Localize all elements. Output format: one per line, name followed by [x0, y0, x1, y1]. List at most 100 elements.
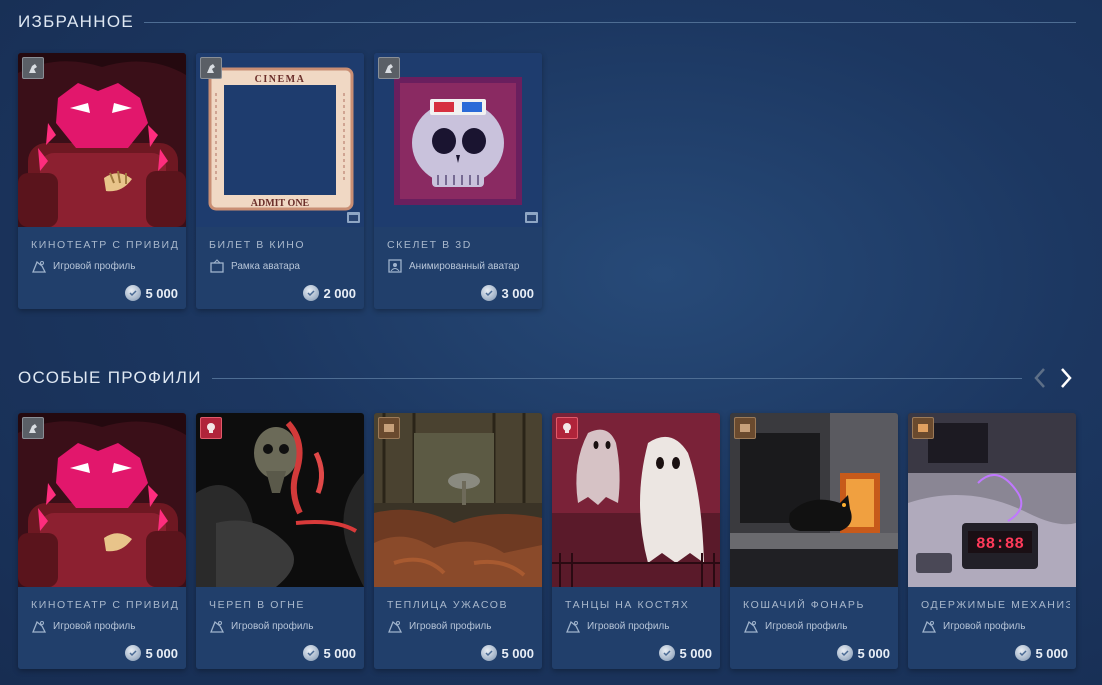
- card-info: БИЛЕТ В КИНО Рамка аватара 2 000: [196, 227, 364, 309]
- greenhouse-horror-art: [374, 413, 542, 587]
- animated-badge-icon: [347, 212, 360, 223]
- item-type-label: Рамка аватара: [231, 260, 300, 272]
- item-price-value: 5 000: [145, 285, 178, 301]
- item-type-label: Игровой профиль: [53, 260, 136, 272]
- chevron-right-icon: [1061, 368, 1072, 388]
- item-name: ЧЕРЕП В ОГНЕ: [209, 599, 306, 611]
- store-item-card[interactable]: КОШАЧИЙ ФОНАРЬ Игровой профиль 5 000: [730, 413, 898, 669]
- item-type-label: Игровой профиль: [587, 620, 670, 632]
- game-profile-icon: [744, 620, 759, 633]
- item-type-label: Игровой профиль: [231, 620, 314, 632]
- item-type: Игровой профиль: [743, 619, 847, 633]
- store-item-card[interactable]: ТАНЦЫ НА КОСТЯХ Игровой профиль 5 000: [552, 413, 720, 669]
- item-name: КОШАЧИЙ ФОНАРЬ: [743, 599, 866, 611]
- item-price: 5 000: [837, 645, 890, 661]
- item-price-value: 5 000: [679, 645, 712, 661]
- game-badge-icon: [200, 417, 222, 439]
- game-badge-icon: [556, 417, 578, 439]
- item-type-label: Игровой профиль: [765, 620, 848, 632]
- svg-text:CINEMA: CINEMA: [255, 74, 306, 85]
- item-type-label: Игровой профиль: [53, 620, 136, 632]
- steam-points-icon: [481, 285, 498, 301]
- avatar-frame-icon: [210, 259, 224, 273]
- item-price-value: 2 000: [323, 285, 356, 301]
- steam-points-icon: [303, 645, 320, 661]
- card-info: КОШАЧИЙ ФОНАРЬ Игровой профиль 5 000: [730, 587, 898, 669]
- item-price: 5 000: [125, 645, 178, 661]
- card-info: КИНОТЕАТР С ПРИВИДЕНИЯМИ Игровой профиль…: [18, 227, 186, 309]
- favorites-title: ИЗБРАННОЕ: [18, 12, 134, 31]
- item-name: ТЕПЛИЦА УЖАСОВ: [387, 599, 509, 611]
- card-info: КИНОТЕАТР С ПРИВИДЕНИЯМИ Игровой профиль…: [18, 587, 186, 669]
- item-name: ОДЕРЖИМЫЕ МЕХАНИЗМЫ: [921, 599, 1070, 611]
- game-badge-icon: [734, 417, 756, 439]
- game-badge-icon: [22, 417, 44, 439]
- card-info: ОДЕРЖИМЫЕ МЕХАНИЗМЫ Игровой профиль 5 00…: [908, 587, 1076, 669]
- cinema-ticket-art: CINEMA ADMIT ONE: [196, 53, 364, 227]
- section-divider: [211, 377, 1022, 379]
- item-name: БИЛЕТ В КИНО: [209, 239, 306, 251]
- item-type: Игровой профиль: [565, 619, 669, 633]
- store-item-card[interactable]: СКЕЛЕТ В 3D Анимированный аватар 3 000: [374, 53, 542, 309]
- store-item-card[interactable]: КИНОТЕАТР С ПРИВИДЕНИЯМИ Игровой профиль…: [18, 53, 186, 309]
- carousel-nav: [1030, 365, 1076, 391]
- store-item-card[interactable]: ТЕПЛИЦА УЖАСОВ Игровой профиль 5 000: [374, 413, 542, 669]
- section-divider: [144, 21, 1076, 23]
- special-profiles-title: ОСОБЫЕ ПРОФИЛИ: [18, 368, 202, 387]
- item-type-label: Игровой профиль: [943, 620, 1026, 632]
- item-type: Игровой профиль: [31, 259, 135, 273]
- carousel-next-button[interactable]: [1056, 365, 1076, 391]
- carousel-prev-button[interactable]: [1030, 365, 1050, 391]
- dancing-ghosts-art: [552, 413, 720, 587]
- steam-points-icon: [837, 645, 854, 661]
- item-price-value: 5 000: [501, 645, 534, 661]
- steam-points-icon: [125, 645, 142, 661]
- item-name: КИНОТЕАТР С ПРИВИДЕНИЯМИ: [31, 599, 180, 611]
- favorites-header: ИЗБРАННОЕ: [18, 10, 1076, 34]
- game-profile-icon: [922, 620, 937, 633]
- card-info: ТАНЦЫ НА КОСТЯХ Игровой профиль 5 000: [552, 587, 720, 669]
- item-price-value: 5 000: [145, 645, 178, 661]
- item-type: Рамка аватара: [209, 259, 300, 273]
- flaming-skull-art: [196, 413, 364, 587]
- item-type-label: Анимированный аватар: [409, 260, 520, 272]
- steam-points-icon: [659, 645, 676, 661]
- cinema-ghost-art: [18, 413, 186, 587]
- item-type-label: Игровой профиль: [409, 620, 492, 632]
- item-type: Игровой профиль: [31, 619, 135, 633]
- game-profile-icon: [32, 260, 47, 273]
- item-name: КИНОТЕАТР С ПРИВИДЕНИЯМИ: [31, 239, 180, 251]
- item-price: 3 000: [481, 285, 534, 301]
- steam-points-icon: [303, 285, 320, 301]
- store-item-card[interactable]: ЧЕРЕП В ОГНЕ Игровой профиль 5 000: [196, 413, 364, 669]
- game-badge-icon: [200, 57, 222, 79]
- store-item-card[interactable]: CINEMA ADMIT ONE БИЛЕТ В КИНО Рамка ават…: [196, 53, 364, 309]
- item-price-value: 3 000: [501, 285, 534, 301]
- special-profiles-header: ОСОБЫЕ ПРОФИЛИ: [18, 366, 1076, 390]
- item-type: Игровой профиль: [921, 619, 1025, 633]
- item-price: 2 000: [303, 285, 356, 301]
- item-price: 5 000: [1015, 645, 1068, 661]
- item-name: СКЕЛЕТ В 3D: [387, 239, 472, 251]
- cat-lantern-art: [730, 413, 898, 587]
- animated-avatar-icon: [388, 259, 402, 273]
- store-item-card[interactable]: 88:88 ОДЕРЖИМЫЕ МЕХАНИЗМЫ Игровой профил…: [908, 413, 1076, 669]
- steam-points-icon: [481, 645, 498, 661]
- item-price-value: 5 000: [1035, 645, 1068, 661]
- game-badge-icon: [378, 57, 400, 79]
- favorites-row: КИНОТЕАТР С ПРИВИДЕНИЯМИ Игровой профиль…: [18, 53, 542, 309]
- animated-badge-icon: [525, 212, 538, 223]
- 3d-skull-art: [374, 53, 542, 227]
- card-info: ТЕПЛИЦА УЖАСОВ Игровой профиль 5 000: [374, 587, 542, 669]
- game-badge-icon: [912, 417, 934, 439]
- item-price: 5 000: [125, 285, 178, 301]
- item-price: 5 000: [659, 645, 712, 661]
- haunted-machines-art: 88:88: [908, 413, 1076, 587]
- store-item-card[interactable]: КИНОТЕАТР С ПРИВИДЕНИЯМИ Игровой профиль…: [18, 413, 186, 669]
- game-badge-icon: [22, 57, 44, 79]
- game-profile-icon: [32, 620, 47, 633]
- item-price-value: 5 000: [857, 645, 890, 661]
- item-name: ТАНЦЫ НА КОСТЯХ: [565, 599, 690, 611]
- steam-points-icon: [125, 285, 142, 301]
- card-info: СКЕЛЕТ В 3D Анимированный аватар 3 000: [374, 227, 542, 309]
